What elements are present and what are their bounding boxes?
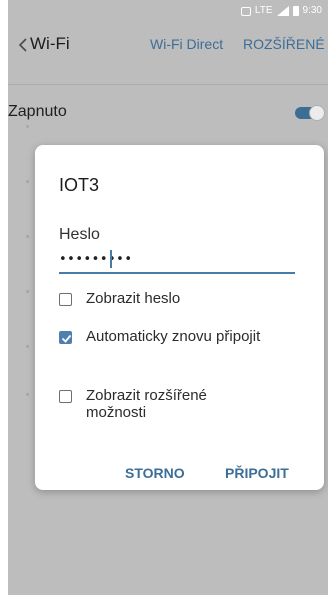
toggle-knob <box>309 105 325 121</box>
checkmark-icon <box>61 334 72 343</box>
back-icon[interactable] <box>18 37 28 53</box>
password-value: ••••••••• <box>59 252 133 267</box>
password-input[interactable]: ••••••••• <box>59 250 295 274</box>
password-label: Heslo <box>59 226 100 243</box>
network-list-background <box>26 125 32 396</box>
page-title: Wi-Fi <box>30 34 70 53</box>
show-password-checkbox[interactable] <box>59 293 72 306</box>
text-caret <box>110 250 112 268</box>
auto-reconnect-checkbox[interactable] <box>59 331 72 344</box>
advanced-options-checkbox[interactable] <box>59 390 72 403</box>
screen: LTE 9:30 Wi-Fi Wi-Fi Direct ROZŠÍŘENÉ Za… <box>8 0 328 595</box>
show-password-label: Zobrazit heslo <box>86 290 181 307</box>
auto-reconnect-option[interactable]: Automaticky znovu připojit <box>59 328 266 345</box>
wifi-direct-button[interactable]: Wi-Fi Direct <box>150 36 223 52</box>
clock: 9:30 <box>302 5 322 16</box>
advanced-button[interactable]: ROZŠÍŘENÉ <box>243 36 325 52</box>
toolbar: Wi-Fi Wi-Fi Direct ROZŠÍŘENÉ <box>8 24 328 66</box>
wifi-connect-dialog: IOT3 Heslo ••••••••• Zobrazit heslo Auto… <box>35 145 324 490</box>
advanced-options-label: Zobrazit rozšířené možnosti <box>86 387 207 421</box>
wifi-switch-row[interactable]: Zapnuto <box>8 90 328 134</box>
nfc-icon <box>240 6 251 16</box>
toolbar-divider <box>8 84 328 85</box>
show-password-option[interactable]: Zobrazit heslo <box>59 290 266 307</box>
dialog-actions: STORNO PŘIPOJIT <box>35 455 324 481</box>
network-type: LTE <box>254 5 273 16</box>
battery-icon <box>292 6 299 16</box>
auto-reconnect-label: Automaticky znovu připojit <box>86 328 261 345</box>
status-bar: LTE 9:30 <box>8 0 328 24</box>
dialog-title: IOT3 <box>59 175 100 195</box>
wifi-switch-label: Zapnuto <box>8 103 67 120</box>
wifi-toggle[interactable] <box>295 105 325 121</box>
cancel-button[interactable]: STORNO <box>125 465 185 481</box>
signal-icon <box>276 6 289 16</box>
connect-button[interactable]: PŘIPOJIT <box>225 465 289 481</box>
advanced-options-option[interactable]: Zobrazit rozšířené možnosti <box>59 387 266 421</box>
